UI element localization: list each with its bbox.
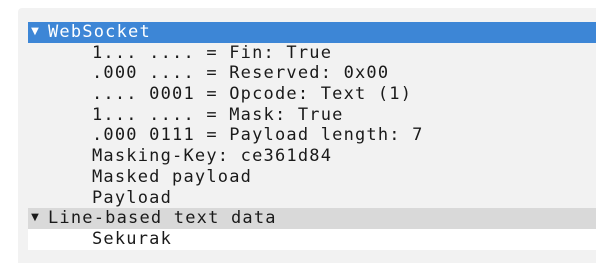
tree-node-line-based-text-data[interactable]: ▼ Line-based text data — [28, 208, 596, 229]
tree-field-label: Payload — [92, 187, 173, 208]
tree-field-label: Sekurak — [92, 228, 173, 249]
tree-field-label: .000 0111 = Payload length: 7 — [92, 125, 424, 146]
packet-details-frame: ▼ WebSocket 1... .... = Fin: True .000 .… — [0, 0, 596, 263]
tree-field-label: Masking-Key: ce361d84 — [92, 146, 333, 167]
tree-field-reserved[interactable]: .000 .... = Reserved: 0x00 — [28, 63, 596, 84]
tree-field-payload-length[interactable]: .000 0111 = Payload length: 7 — [28, 125, 596, 146]
tree-field-masking-key[interactable]: Masking-Key: ce361d84 — [28, 146, 596, 167]
tree-field-label: Masked payload — [92, 166, 253, 187]
tree-node-websocket[interactable]: ▼ WebSocket — [28, 22, 596, 43]
tree-field-payload[interactable]: Payload — [28, 188, 596, 209]
tree-node-label: Line-based text data — [48, 208, 277, 229]
tree-field-label: .... 0001 = Opcode: Text (1) — [92, 84, 413, 105]
packet-tree: ▼ WebSocket 1... .... = Fin: True .000 .… — [28, 22, 596, 250]
tree-field-opcode[interactable]: .... 0001 = Opcode: Text (1) — [28, 84, 596, 105]
tree-field-text-line[interactable]: Sekurak — [28, 228, 596, 250]
tree-field-masked-payload[interactable]: Masked payload — [28, 167, 596, 188]
expand-arrow-icon[interactable]: ▼ — [29, 208, 41, 229]
tree-node-label: WebSocket — [48, 22, 151, 42]
tree-field-mask[interactable]: 1... .... = Mask: True — [28, 105, 596, 126]
expand-arrow-icon[interactable]: ▼ — [29, 22, 41, 43]
tree-field-label: 1... .... = Fin: True — [92, 42, 333, 63]
tree-field-label: .000 .... = Reserved: 0x00 — [92, 63, 390, 84]
tree-field-label: 1... .... = Mask: True — [92, 104, 344, 125]
tree-field-fin[interactable]: 1... .... = Fin: True — [28, 43, 596, 64]
